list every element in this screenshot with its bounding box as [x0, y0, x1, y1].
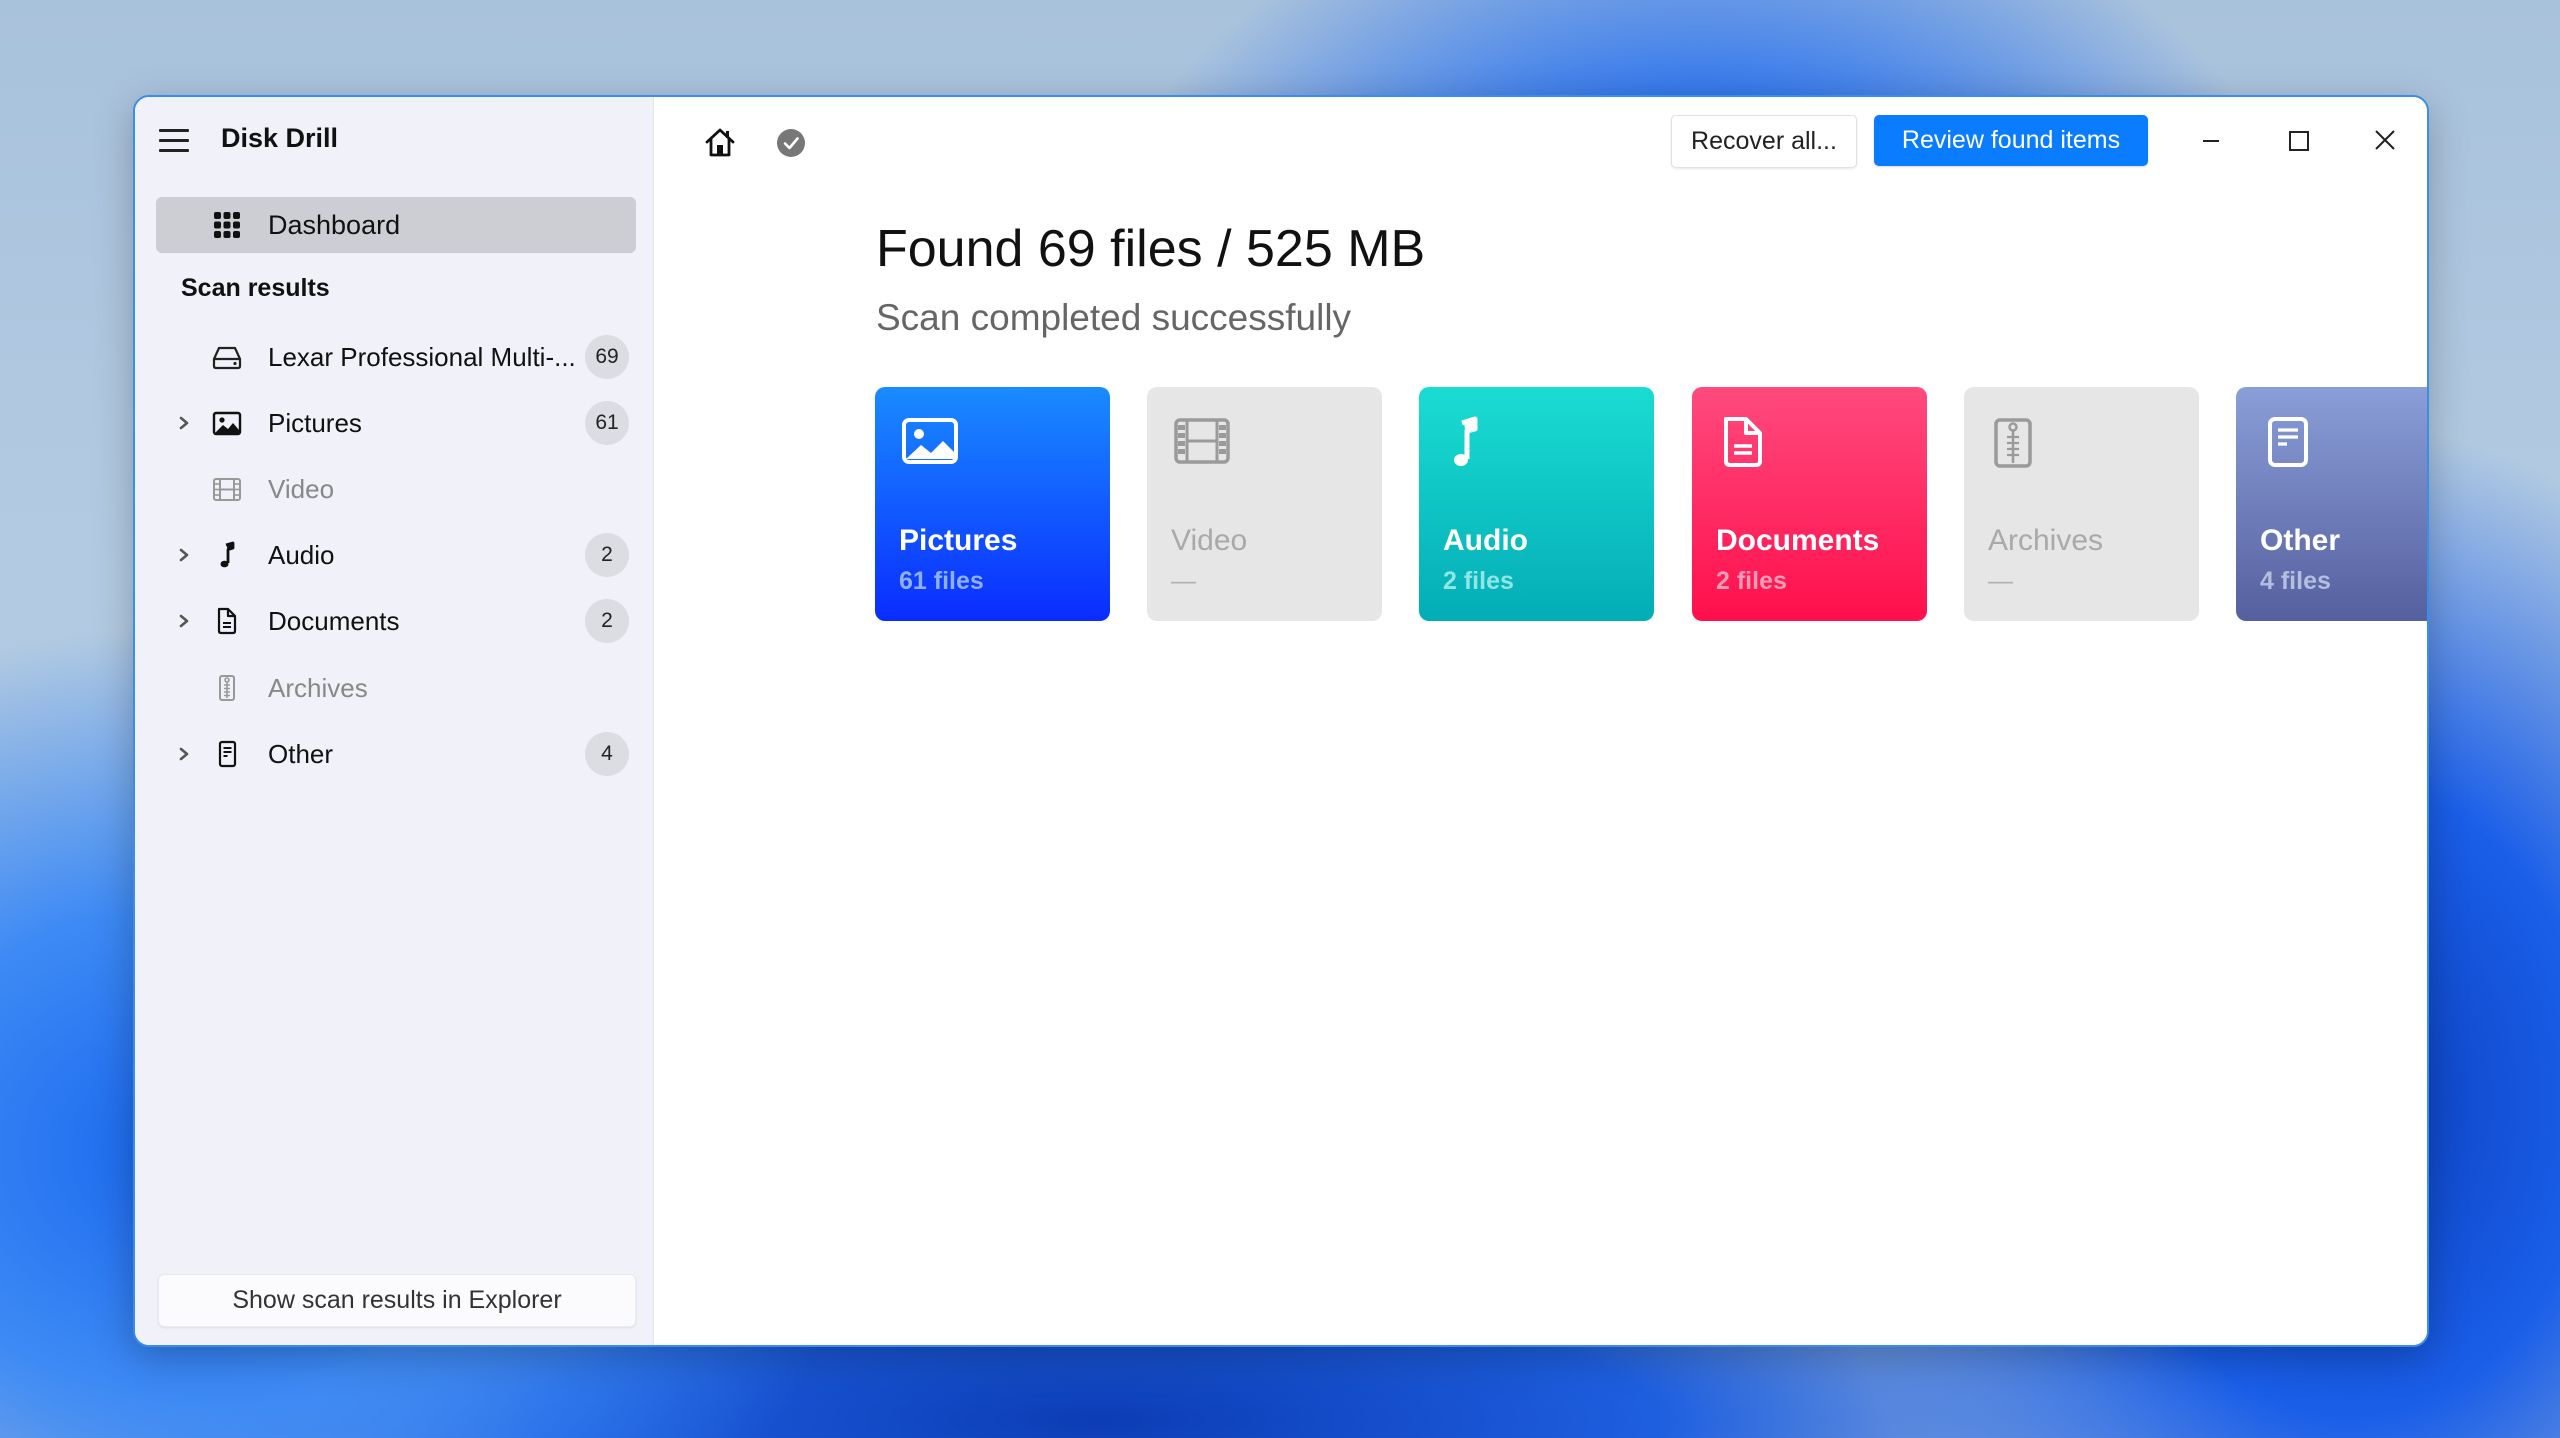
- chevron-right-icon[interactable]: [175, 741, 195, 767]
- card-file-count: 4 files: [2260, 567, 2331, 595]
- card-title: Other: [2260, 524, 2341, 557]
- sidebar-item-video[interactable]: Video: [135, 462, 653, 516]
- card-file-count: 2 files: [1716, 567, 1787, 595]
- card-title: Documents: [1716, 524, 1880, 557]
- category-card-audio[interactable]: Audio 2 files: [1419, 387, 1654, 621]
- maximize-icon[interactable]: [2270, 117, 2326, 165]
- drive-icon: [212, 346, 242, 370]
- category-card-documents[interactable]: Documents 2 files: [1692, 387, 1927, 621]
- category-card-archives[interactable]: Archives —: [1964, 387, 2199, 621]
- film-icon: [1174, 418, 1230, 464]
- hamburger-menu-icon[interactable]: [159, 129, 189, 153]
- close-icon[interactable]: [2357, 117, 2413, 165]
- music-note-icon: [220, 541, 235, 568]
- card-title: Audio: [1443, 524, 1528, 557]
- sidebar-item-label: Archives: [268, 673, 368, 703]
- chevron-right-icon[interactable]: [175, 410, 195, 436]
- home-icon[interactable]: [702, 125, 738, 161]
- sidebar-item-label: Audio: [268, 540, 335, 570]
- other-file-icon: [2268, 417, 2308, 467]
- card-title: Pictures: [899, 524, 1018, 557]
- chevron-right-icon[interactable]: [175, 608, 195, 634]
- picture-icon: [902, 418, 958, 464]
- found-files-headline: Found 69 files / 525 MB: [876, 220, 1426, 278]
- sidebar-item-dashboard[interactable]: Dashboard: [156, 197, 636, 253]
- music-note-icon: [1454, 416, 1478, 466]
- card-title: Video: [1171, 524, 1248, 557]
- document-icon: [1724, 417, 1762, 467]
- sidebar-item-other[interactable]: Other 4: [135, 727, 653, 781]
- grid-icon: [214, 212, 240, 238]
- sidebar-item-documents[interactable]: Documents 2: [135, 594, 653, 648]
- count-badge: 69: [585, 335, 629, 379]
- card-title: Archives: [1988, 524, 2104, 557]
- archive-zip-icon: [1994, 418, 2032, 468]
- sidebar-item-label: Pictures: [268, 408, 362, 438]
- sidebar: Disk Drill Dashboard Scan results Lexar …: [135, 97, 654, 1345]
- archive-zip-icon: [219, 675, 235, 701]
- document-icon: [217, 607, 237, 635]
- count-badge: 2: [585, 533, 629, 577]
- card-file-count: —: [1171, 567, 1196, 595]
- sidebar-item-label: Documents: [268, 606, 400, 636]
- count-badge: 4: [585, 732, 629, 776]
- sidebar-item-label: Video: [268, 474, 335, 504]
- sidebar-item-label: Other: [268, 739, 334, 769]
- other-file-icon: [218, 740, 237, 768]
- main-content: Recover all... Review found items Found …: [654, 97, 2427, 1345]
- count-badge: 2: [585, 599, 629, 643]
- sidebar-item-audio[interactable]: Audio 2: [135, 528, 653, 582]
- disk-drill-window: Disk Drill Dashboard Scan results Lexar …: [133, 95, 2429, 1347]
- card-file-count: —: [1988, 567, 2013, 595]
- sidebar-item-lexar-drive[interactable]: Lexar Professional Multi-... 69: [135, 330, 653, 384]
- sidebar-item-archives[interactable]: Archives: [135, 661, 653, 715]
- chevron-right-icon[interactable]: [175, 542, 195, 568]
- review-found-items-button[interactable]: Review found items: [1874, 115, 2148, 166]
- card-file-count: 2 files: [1443, 567, 1514, 595]
- sidebar-item-label: Dashboard: [268, 210, 401, 240]
- card-file-count: 61 files: [899, 567, 984, 595]
- scan-results-heading: Scan results: [181, 274, 330, 302]
- category-card-pictures[interactable]: Pictures 61 files: [875, 387, 1110, 621]
- category-card-video[interactable]: Video —: [1147, 387, 1382, 621]
- app-title: Disk Drill: [221, 123, 339, 153]
- show-in-explorer-button[interactable]: Show scan results in Explorer: [158, 1274, 636, 1327]
- sidebar-item-label: Lexar Professional Multi-...: [268, 342, 576, 372]
- minimize-icon[interactable]: [2183, 117, 2239, 165]
- sidebar-item-pictures[interactable]: Pictures 61: [135, 396, 653, 450]
- film-icon: [213, 478, 241, 501]
- scan-status-text: Scan completed successfully: [876, 297, 1352, 338]
- picture-icon: [212, 411, 242, 436]
- recover-all-button[interactable]: Recover all...: [1671, 115, 1857, 168]
- count-badge: 61: [585, 401, 629, 445]
- scan-complete-check-icon[interactable]: [776, 128, 806, 158]
- category-card-other[interactable]: Other 4 files: [2236, 387, 2427, 621]
